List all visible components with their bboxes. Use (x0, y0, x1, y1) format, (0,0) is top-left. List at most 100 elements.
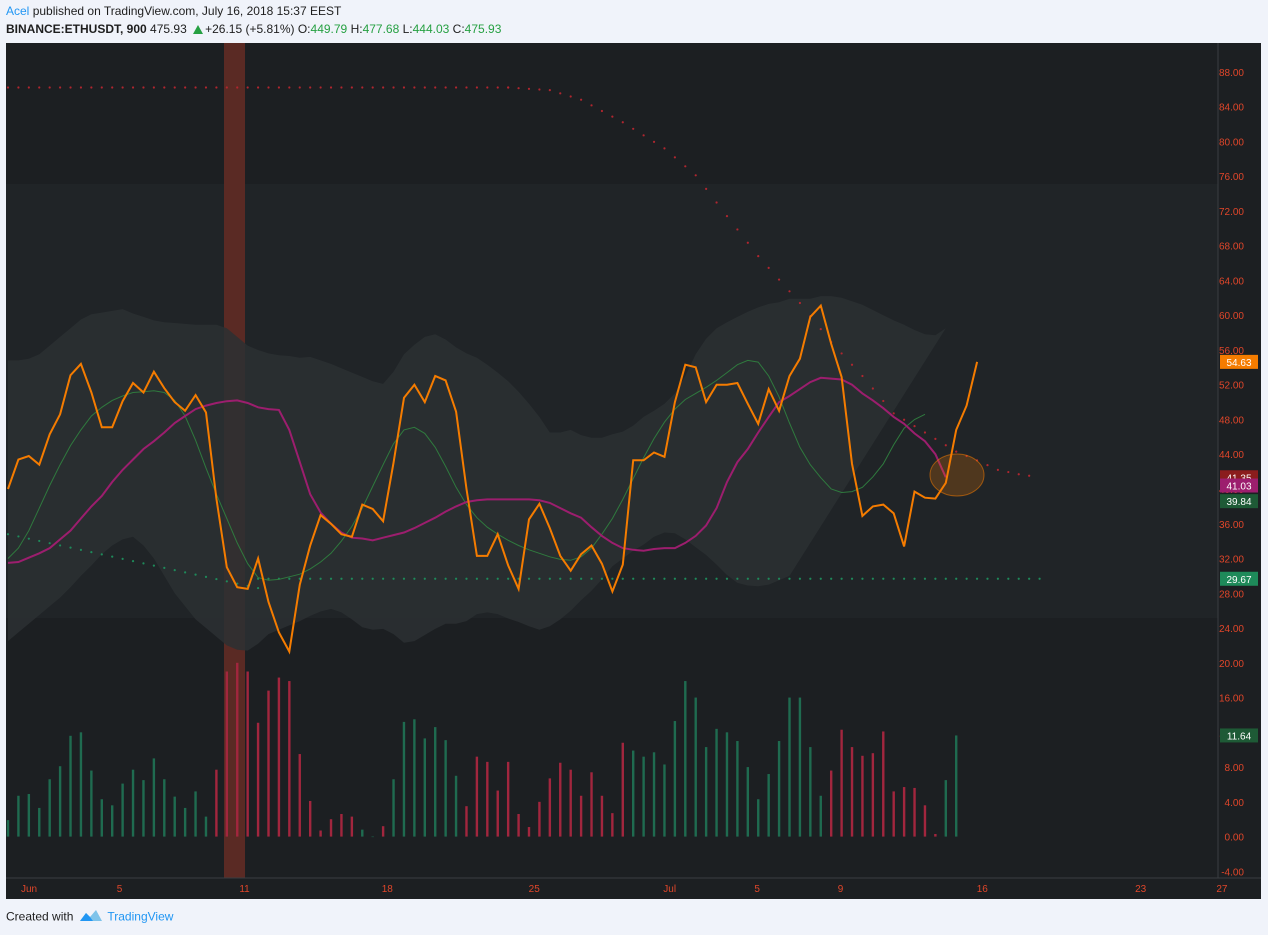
x-tick-label: 9 (838, 884, 844, 895)
psar-dot (715, 201, 718, 204)
x-tick-label: 27 (1216, 884, 1228, 895)
psar-dot (986, 577, 989, 580)
psar-dot (48, 86, 51, 89)
psar-dot (256, 86, 260, 89)
psar-dot (319, 86, 322, 89)
price-label-text: 39.84 (1226, 497, 1251, 508)
volume-bar (308, 800, 312, 837)
x-tick-label: 18 (382, 884, 394, 895)
volume-bar (673, 721, 677, 837)
low-value: 444.03 (412, 22, 450, 36)
psar-dot (27, 86, 30, 89)
volume-bar (819, 795, 822, 837)
volume-bar (579, 795, 583, 837)
psar-dot (580, 98, 583, 101)
psar-dot (663, 577, 666, 580)
psar-dot (965, 577, 968, 580)
psar-dot (923, 577, 927, 580)
volume-bar (600, 795, 604, 837)
y-tick-label: 44.00 (1219, 450, 1244, 461)
psar-dot (684, 165, 687, 168)
psar-dot (955, 450, 958, 453)
volume-bar (861, 755, 864, 837)
y-tick-label: 20.00 (1219, 659, 1244, 670)
psar-dot (79, 548, 83, 552)
volume-bar (809, 747, 812, 837)
psar-dot (1038, 577, 1041, 580)
x-tick-label: 23 (1135, 884, 1147, 895)
psar-dot (996, 468, 1000, 471)
psar-dot (59, 86, 62, 89)
psar-dot (725, 215, 729, 218)
chart-svg[interactable]: 88.00 84.00 80.00 76.00 72.00 68.00 64.00 60.00… (6, 43, 1261, 899)
volume-bar (559, 762, 562, 837)
psar-dot (392, 86, 395, 89)
tradingview-brand[interactable]: TradingView (107, 910, 173, 924)
volume-bar (486, 761, 489, 837)
publish-text: published on TradingView.com, July 16, 2… (32, 4, 342, 18)
y-tick-label: 28.00 (1219, 589, 1244, 600)
chart-area[interactable]: 88.00 84.00 80.00 76.00 72.00 68.00 64.00 60.00… (6, 43, 1261, 899)
volume-bar (955, 735, 958, 837)
volume-bar (652, 752, 656, 837)
psar-dot (861, 374, 864, 378)
volume-bar (715, 728, 718, 837)
psar-dot (204, 86, 208, 89)
psar-dot (673, 577, 676, 580)
volume-bar (923, 805, 927, 837)
psar-dot (371, 86, 374, 89)
psar-dot (850, 577, 854, 580)
psar-dot (423, 86, 426, 89)
psar-dot (309, 86, 312, 89)
volume-bar (298, 754, 301, 837)
psar-dot (1028, 577, 1031, 580)
price-label-text: 11.64 (1227, 731, 1252, 742)
volume-bar (204, 816, 208, 837)
psar-dot (798, 301, 802, 305)
volume-bar (829, 770, 833, 837)
price-label-text: 29.67 (1226, 575, 1251, 586)
psar-dot (850, 363, 854, 366)
psar-dot (517, 87, 520, 90)
psar-dot (90, 86, 93, 89)
volume-bar (788, 697, 791, 837)
psar-dot (288, 86, 291, 89)
volume-bar (840, 729, 843, 837)
psar-dot (621, 121, 624, 124)
psar-dot (413, 577, 416, 580)
psar-dot (434, 86, 437, 89)
psar-dot (6, 86, 10, 89)
volume-bar (381, 826, 385, 837)
psar-dot (413, 86, 416, 89)
volume-bar (944, 780, 947, 837)
psar-dot (361, 577, 364, 580)
volume-bar (6, 820, 10, 837)
psar-dot (465, 577, 468, 580)
y-tick-label: 60.00 (1219, 311, 1244, 322)
volume-bar (27, 794, 31, 837)
psar-dot (59, 544, 62, 547)
x-tick-label: 5 (754, 884, 760, 895)
psar-dot (163, 86, 166, 89)
psar-dot (340, 86, 343, 89)
last-price: 475.93 (150, 22, 187, 36)
volume-bar (183, 807, 187, 837)
tradingview-logo-icon[interactable] (79, 909, 103, 926)
x-tick-label: Jul (663, 884, 676, 895)
psar-dot (340, 577, 343, 580)
psar-dot (767, 266, 770, 269)
psar-dot (746, 577, 749, 580)
psar-dot (173, 569, 176, 572)
psar-dot (694, 174, 697, 177)
psar-dot (423, 577, 426, 580)
open-value: 449.79 (310, 22, 348, 36)
author-link[interactable]: Acel (6, 4, 29, 18)
psar-dot (194, 86, 197, 89)
price-label-text: 41.03 (1226, 482, 1251, 493)
psar-dot (27, 537, 30, 540)
psar-dot (454, 577, 458, 580)
y-tick-label: 24.00 (1219, 624, 1244, 635)
psar-dot (538, 88, 541, 91)
volume-bar (319, 830, 322, 837)
psar-dot (871, 577, 874, 580)
